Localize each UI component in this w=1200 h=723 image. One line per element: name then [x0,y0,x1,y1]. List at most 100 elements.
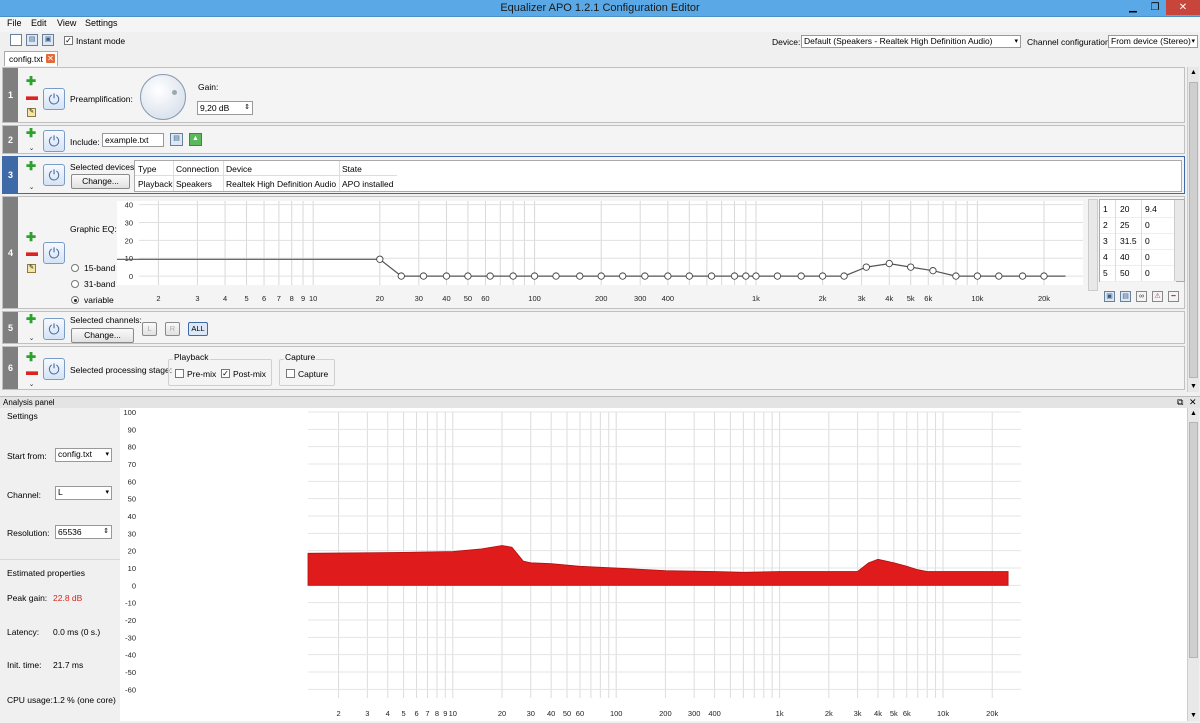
postmix-checkbox[interactable]: ✓ [221,369,230,378]
filters-scrollbar[interactable]: ▲ ▼ [1187,67,1199,392]
import-bands-icon[interactable]: ▤ [1120,291,1131,302]
new-file-icon[interactable] [10,34,22,46]
add-filter-icon[interactable]: ✚ [26,313,36,325]
save-bands-icon[interactable]: ▣ [1104,291,1115,302]
menu-view[interactable]: View [57,18,76,28]
reset-response-icon[interactable]: ⚠ [1152,291,1163,302]
band-cell-g[interactable]: 9.4 [1145,204,1157,214]
power-toggle-icon[interactable]: ⏻ [43,242,65,264]
capture-checkbox[interactable] [286,369,295,378]
gain-spinbox[interactable]: 9,20 dB ⇕ [197,101,253,115]
channel-config-select[interactable]: From device (Stereo) ▾ [1108,35,1198,48]
band-cell-n[interactable]: 5 [1103,268,1108,278]
eq-band-handle [742,272,750,280]
channel-select[interactable]: L ▾ [55,486,112,500]
expand-chevron-icon[interactable]: ⌄ [27,145,36,153]
band-row[interactable]: 4 40 0 [1100,251,1176,266]
x-tick-label: 5 [402,709,406,718]
include-file-input[interactable]: example.txt [102,133,164,147]
bands-table-scrollbar[interactable] [1174,200,1184,281]
power-toggle-icon[interactable]: ⏻ [43,318,65,340]
scrollbar-thumb[interactable] [1189,82,1198,378]
y-tick-label: -50 [125,668,136,677]
premix-checkbox[interactable] [175,369,184,378]
band-row[interactable]: 3 31.5 0 [1100,235,1176,250]
add-filter-icon[interactable]: ✚ [26,351,36,363]
band-cell-f[interactable]: 25 [1120,220,1129,230]
change-devices-button[interactable]: Change... [71,174,130,189]
band-row[interactable]: 1 20 9.4 [1100,203,1176,218]
y-tick-label: 90 [128,425,136,434]
add-filter-icon[interactable]: ✚ [26,160,36,172]
menu-file[interactable]: File [7,18,22,28]
band-cell-g[interactable]: 0 [1145,236,1150,246]
power-toggle-icon[interactable]: ⏻ [43,88,65,110]
channel-r-button[interactable]: R [165,322,180,336]
open-file-icon[interactable]: ▤ [26,34,38,46]
frequency-response-chart[interactable]: 1009080706050403020100-10-20-30-40-50-60… [120,408,1187,721]
power-toggle-icon[interactable]: ⏻ [43,164,65,186]
scroll-up-icon[interactable]: ▲ [1190,410,1197,417]
menu-settings[interactable]: Settings [85,18,118,28]
analysis-scrollbar[interactable]: ▲ ▼ [1187,408,1199,721]
navigate-up-icon[interactable]: ▲ [189,133,202,146]
eq-scrollbar[interactable] [1088,199,1098,291]
channel-all-button[interactable]: ALL [188,322,208,336]
band-cell-f[interactable]: 31.5 [1120,236,1137,246]
power-toggle-icon[interactable]: ⏻ [43,358,65,380]
tab-config[interactable]: config.txt ✕ [4,51,58,66]
band-row[interactable]: 2 25 0 [1100,219,1176,234]
band-cell-g[interactable]: 0 [1145,252,1150,262]
channel-l-button[interactable]: L [142,322,157,336]
menu-edit[interactable]: Edit [31,18,47,28]
device-select[interactable]: Default (Speakers - Realtek High Definit… [801,35,1021,48]
edit-filter-icon[interactable]: ✎ [27,264,36,273]
float-panel-icon[interactable]: ⧉ [1177,397,1183,408]
minimize-button[interactable]: ▁ [1122,0,1144,15]
save-file-icon[interactable]: ▣ [42,34,54,46]
power-toggle-icon[interactable]: ⏻ [43,130,65,152]
radio-variable[interactable] [71,296,79,304]
band-cell-f[interactable]: 40 [1120,252,1129,262]
close-panel-icon[interactable]: ✕ [1189,397,1197,408]
graphic-eq-chart[interactable]: 4030201002 3 4 5 6 7 8 9 10 20 30 40 50 60 100 200 300 40… [117,199,1087,307]
scroll-down-icon[interactable]: ▼ [1190,383,1197,390]
band-cell-g[interactable]: 0 [1145,268,1150,278]
open-folder-icon[interactable]: ▤ [170,133,183,146]
band-cell-n[interactable]: 1 [1103,204,1108,214]
band-cell-n[interactable]: 2 [1103,220,1108,230]
close-tab-icon[interactable]: ✕ [46,54,55,63]
remove-filter-icon[interactable]: ▬ [26,365,38,377]
add-filter-icon[interactable]: ✚ [26,75,36,87]
peak-gain-label: Peak gain: [7,593,48,603]
scrollbar-thumb[interactable] [1189,422,1198,658]
resolution-spinbox[interactable]: 65536 ⇕ [55,525,112,539]
radio-15-band[interactable] [71,264,79,272]
change-channels-button[interactable]: Change... [71,328,134,343]
close-window-button[interactable]: ✕ [1166,0,1200,15]
remove-filter-icon[interactable]: ▬ [26,246,38,258]
band-cell-g[interactable]: 0 [1145,220,1150,230]
band-row[interactable]: 5 50 0 [1100,267,1176,282]
radio-31-band[interactable] [71,280,79,288]
expand-chevron-icon[interactable]: ⌄ [27,335,36,343]
instant-mode-checkbox[interactable]: ✓ [64,36,73,45]
restore-button[interactable]: ❐ [1144,0,1166,15]
gain-knob[interactable] [140,74,186,120]
band-cell-n[interactable]: 4 [1103,252,1108,262]
start-from-select[interactable]: config.txt ▾ [55,448,112,462]
add-filter-icon[interactable]: ✚ [26,231,36,243]
expand-chevron-icon[interactable]: ⌄ [27,381,36,389]
bands-table: 1 20 9.4 2 25 0 3 31.5 0 4 40 0 5 50 0 [1099,199,1185,282]
band-cell-f[interactable]: 50 [1120,268,1129,278]
add-filter-icon[interactable]: ✚ [26,127,36,139]
scroll-down-icon[interactable]: ▼ [1190,712,1197,719]
edit-filter-icon[interactable]: ✎ [27,108,36,117]
band-cell-f[interactable]: 20 [1120,204,1129,214]
normalize-response-icon[interactable]: ━ [1168,291,1179,302]
invert-response-icon[interactable]: ∞ [1136,291,1147,302]
expand-chevron-icon[interactable]: ⌄ [27,184,36,192]
band-cell-n[interactable]: 3 [1103,236,1108,246]
remove-filter-icon[interactable]: ▬ [26,90,38,102]
scroll-up-icon[interactable]: ▲ [1190,69,1197,76]
